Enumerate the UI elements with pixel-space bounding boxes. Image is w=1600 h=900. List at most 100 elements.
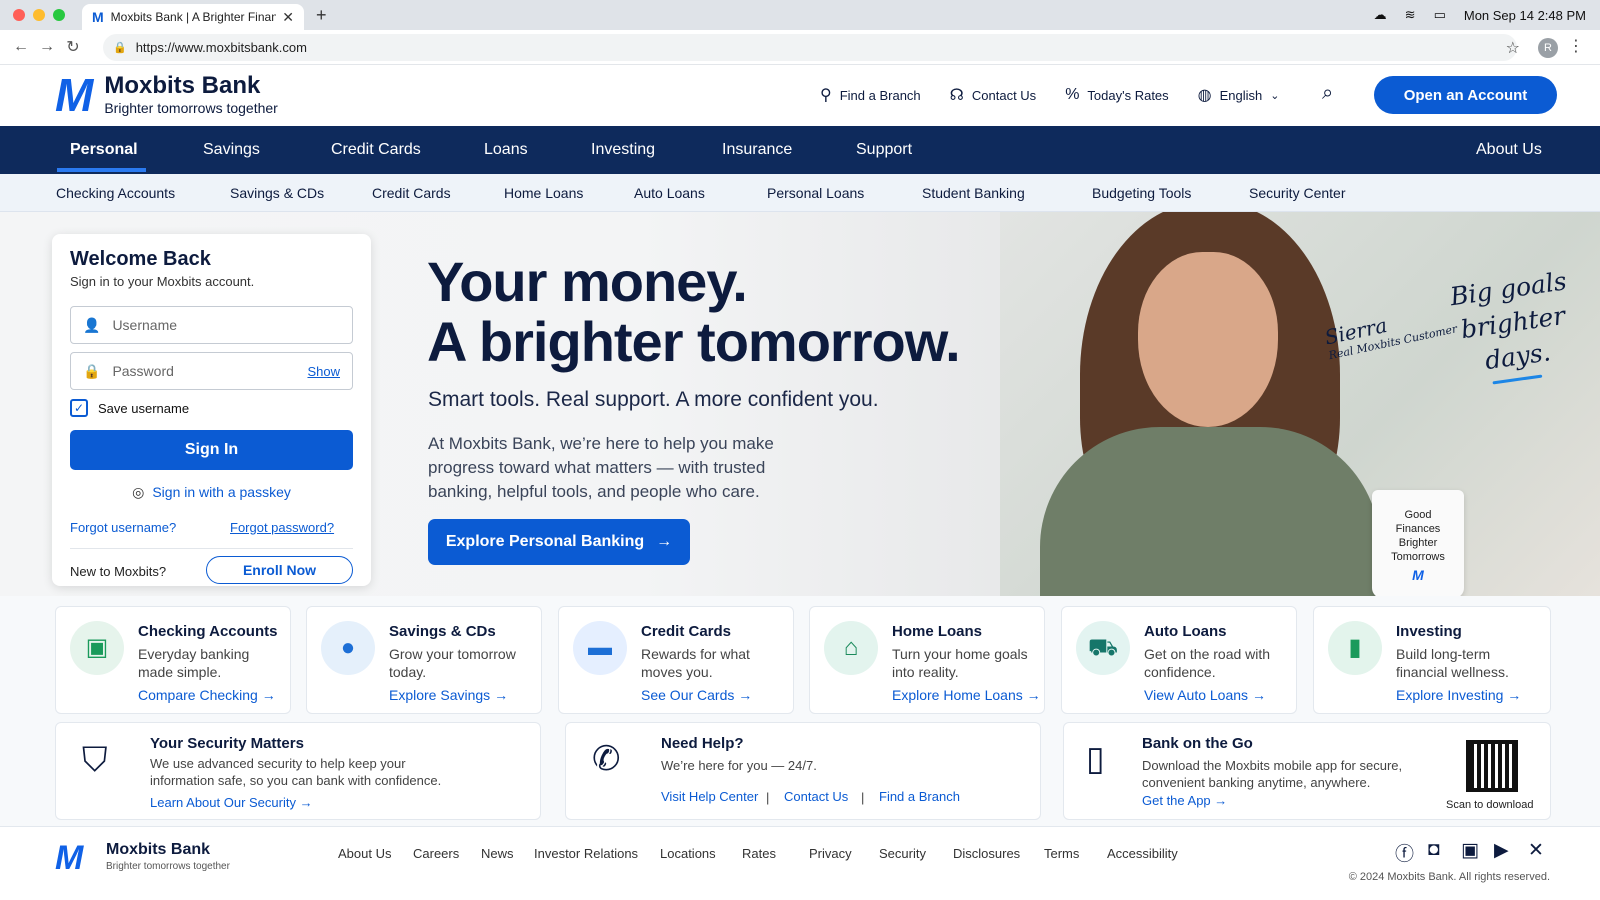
nav-loans[interactable]: Loans bbox=[484, 141, 528, 159]
subnav-student-banking[interactable]: Student Banking bbox=[922, 185, 1025, 201]
show-password-link[interactable]: Show bbox=[307, 364, 340, 379]
card-savings[interactable]: ● Savings & CDs Grow your tomorrow today… bbox=[306, 606, 542, 714]
get-app-link[interactable]: Get the App → bbox=[1142, 793, 1227, 808]
subnav-home-loans[interactable]: Home Loans bbox=[504, 185, 583, 201]
card-link[interactable]: View Auto Loans → bbox=[1144, 687, 1266, 703]
qr-code[interactable] bbox=[1466, 740, 1518, 792]
footer-link[interactable]: Accessibility bbox=[1107, 846, 1178, 861]
footer-link[interactable]: About Us bbox=[338, 846, 391, 861]
open-account-button[interactable]: Open an Account bbox=[1374, 76, 1557, 114]
card-link[interactable]: See Our Cards → bbox=[641, 687, 752, 703]
facebook-icon[interactable]: ⓕ bbox=[1395, 839, 1414, 866]
subnav-security-center[interactable]: Security Center bbox=[1249, 185, 1345, 201]
help-contact-link[interactable]: Contact Us bbox=[784, 789, 848, 804]
card-link-label: Explore Investing bbox=[1396, 687, 1504, 703]
footer-link[interactable]: Careers bbox=[413, 846, 459, 861]
copyright: © 2024 Moxbits Bank. All rights reserved… bbox=[1348, 871, 1550, 883]
back-icon[interactable]: ← bbox=[8, 38, 34, 56]
search-icon[interactable]: ⌕ bbox=[1322, 82, 1333, 105]
subnav-checking[interactable]: Checking Accounts bbox=[56, 185, 175, 201]
forward-icon[interactable]: → bbox=[34, 38, 60, 56]
profile-avatar[interactable]: R bbox=[1538, 38, 1558, 58]
subnav-credit-cards[interactable]: Credit Cards bbox=[372, 185, 451, 201]
active-nav-indicator bbox=[57, 168, 146, 172]
security-link[interactable]: Learn About Our Security → bbox=[150, 795, 313, 810]
wifi-icon[interactable]: ≋ bbox=[1405, 7, 1416, 23]
help-center-link[interactable]: Visit Help Center bbox=[661, 789, 758, 804]
nav-insurance[interactable]: Insurance bbox=[722, 141, 792, 159]
subnav-auto-loans[interactable]: Auto Loans bbox=[634, 185, 705, 201]
card-auto-loans[interactable]: ⛟ Auto Loans Get on the road with confid… bbox=[1061, 606, 1297, 714]
browser-tab[interactable]: M Moxbits Bank | A Brighter Finan ✕ bbox=[82, 4, 304, 30]
passkey-link[interactable]: ◎ Sign in with a passkey bbox=[52, 484, 371, 501]
subnav-budgeting-tools[interactable]: Budgeting Tools bbox=[1092, 185, 1191, 201]
site-logo[interactable]: M Moxbits Bank Brighter tomorrows togeth… bbox=[55, 72, 278, 118]
new-tab-button[interactable]: + bbox=[316, 5, 327, 26]
enroll-now-button[interactable]: Enroll Now bbox=[206, 556, 353, 584]
get-app-label: Get the App bbox=[1142, 793, 1211, 808]
battery-icon[interactable]: ▭ bbox=[1434, 7, 1446, 23]
nav-savings[interactable]: Savings bbox=[203, 141, 260, 159]
nav-credit-cards[interactable]: Credit Cards bbox=[331, 141, 421, 159]
nav-support[interactable]: Support bbox=[856, 141, 912, 159]
contact-us-link[interactable]: ☊ Contact Us bbox=[950, 85, 1037, 105]
credit-card-icon: ▬ bbox=[573, 621, 627, 675]
footer-link[interactable]: News bbox=[481, 846, 514, 861]
app-desc: Download the Moxbits mobile app for secu… bbox=[1142, 758, 1403, 790]
nav-investing[interactable]: Investing bbox=[591, 141, 655, 159]
nav-about-us[interactable]: About Us bbox=[1476, 141, 1542, 159]
footer-link[interactable]: Security bbox=[879, 846, 926, 861]
card-link[interactable]: Explore Savings → bbox=[389, 687, 508, 703]
bookmark-star-icon[interactable]: ☆ bbox=[1506, 38, 1520, 58]
card-link[interactable]: Explore Home Loans → bbox=[892, 687, 1041, 703]
todays-rates-link[interactable]: % Today's Rates bbox=[1065, 86, 1168, 104]
piggy-bank-icon: ● bbox=[321, 621, 375, 675]
card-link-label: View Auto Loans bbox=[1144, 687, 1249, 703]
help-branch-link[interactable]: Find a Branch bbox=[879, 789, 960, 804]
reload-icon[interactable]: ↻ bbox=[60, 37, 86, 57]
subnav-savings[interactable]: Savings & CDs bbox=[230, 185, 324, 201]
x-icon[interactable]: ✕ bbox=[1528, 839, 1544, 862]
close-window-button[interactable] bbox=[13, 9, 25, 21]
youtube-icon[interactable]: ▶ bbox=[1494, 839, 1509, 862]
login-divider bbox=[70, 548, 353, 549]
card-link[interactable]: Compare Checking → bbox=[138, 687, 276, 703]
sign-in-button[interactable]: Sign In bbox=[70, 430, 353, 470]
browser-menu-icon[interactable]: ⋮ bbox=[1568, 36, 1584, 56]
card-investing[interactable]: ▮ Investing Build long-term financial we… bbox=[1313, 606, 1551, 714]
username-field[interactable]: 👤 Username bbox=[70, 306, 353, 344]
language-select[interactable]: ◍ English ⌄ bbox=[1198, 85, 1280, 105]
close-tab-icon[interactable]: ✕ bbox=[282, 9, 294, 26]
card-checking[interactable]: ▣ Checking Accounts Everyday banking mad… bbox=[55, 606, 291, 714]
forgot-username-link[interactable]: Forgot username? bbox=[70, 520, 176, 535]
footer-link[interactable]: Terms bbox=[1044, 846, 1079, 861]
card-home-loans[interactable]: ⌂ Home Loans Turn your home goals into r… bbox=[809, 606, 1045, 714]
address-bar[interactable]: 🔒 https://www.moxbitsbank.com bbox=[103, 34, 1517, 61]
explore-personal-banking-button[interactable]: Explore Personal Banking → bbox=[428, 519, 690, 565]
card-credit[interactable]: ▬ Credit Cards Rewards for what moves yo… bbox=[558, 606, 794, 714]
password-field[interactable]: 🔒 Password Show bbox=[70, 352, 353, 390]
footer-link[interactable]: Locations bbox=[660, 846, 716, 861]
hero-tagline: Smart tools. Real support. A more confid… bbox=[428, 388, 879, 411]
linkedin-icon[interactable]: ▣ bbox=[1461, 839, 1479, 862]
save-username-checkbox[interactable]: ✓ Save username bbox=[70, 399, 189, 417]
util-label: English bbox=[1219, 87, 1263, 103]
window-controls bbox=[13, 9, 65, 21]
minimize-window-button[interactable] bbox=[33, 9, 45, 21]
card-title: Credit Cards bbox=[641, 623, 732, 640]
card-link[interactable]: Explore Investing → bbox=[1396, 687, 1521, 703]
cloud-icon[interactable]: ☁ bbox=[1374, 7, 1387, 23]
find-branch-link[interactable]: ⚲ Find a Branch bbox=[820, 85, 921, 105]
tab-title: Moxbits Bank | A Brighter Finan bbox=[110, 10, 277, 24]
footer-link[interactable]: Privacy bbox=[809, 846, 852, 861]
maximize-window-button[interactable] bbox=[53, 9, 65, 21]
card-title: Savings & CDs bbox=[389, 623, 496, 640]
instagram-icon[interactable]: ◘ bbox=[1428, 839, 1439, 861]
nav-personal[interactable]: Personal bbox=[70, 141, 138, 159]
forgot-password-link[interactable]: Forgot password? bbox=[230, 520, 334, 535]
footer-link[interactable]: Investor Relations bbox=[534, 846, 638, 861]
footer-link[interactable]: Disclosures bbox=[953, 846, 1020, 861]
subnav-personal-loans[interactable]: Personal Loans bbox=[767, 185, 864, 201]
footer-link[interactable]: Rates bbox=[742, 846, 776, 861]
footer-logo-mark[interactable]: M bbox=[55, 839, 83, 878]
